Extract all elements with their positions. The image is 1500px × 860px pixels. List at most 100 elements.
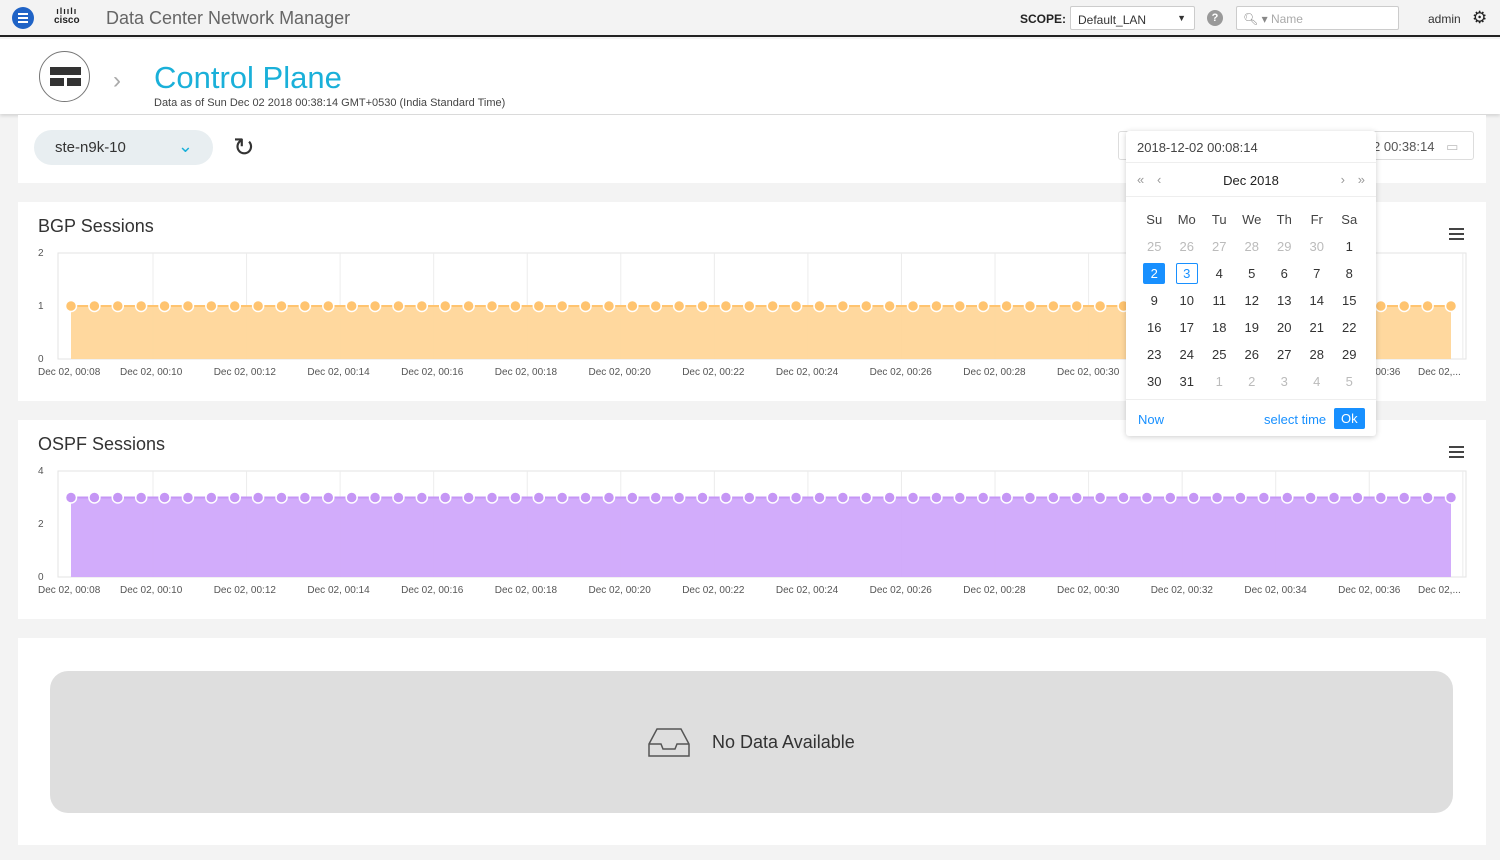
data-point [743, 299, 756, 313]
data-point [1421, 491, 1434, 504]
calendar-day[interactable]: 15 [1333, 287, 1366, 314]
calendar-day[interactable]: 1 [1203, 368, 1236, 395]
data-point [766, 299, 779, 313]
now-button[interactable]: Now [1138, 412, 1164, 427]
search-input[interactable]: 🔍︎ ▾ Name [1236, 6, 1399, 30]
user-menu[interactable]: admin [1428, 12, 1461, 26]
calendar-day[interactable]: 23 [1138, 341, 1171, 368]
data-point [88, 299, 101, 313]
calendar-day[interactable]: 20 [1268, 314, 1301, 341]
data-point [696, 299, 709, 313]
app-title: Data Center Network Manager [106, 8, 351, 28]
calendar-day[interactable]: 25 [1138, 233, 1171, 260]
calendar-day[interactable]: 4 [1203, 260, 1236, 287]
calendar-day[interactable]: 14 [1301, 287, 1334, 314]
calendar-day[interactable]: 26 [1171, 233, 1204, 260]
calendar-day[interactable]: 12 [1236, 287, 1269, 314]
calendar-day[interactable]: 4 [1301, 368, 1334, 395]
prev-month-icon[interactable]: ‹ [1157, 172, 1161, 187]
calendar-day[interactable]: 9 [1138, 287, 1171, 314]
calendar-day[interactable]: 16 [1138, 314, 1171, 341]
data-point [555, 299, 569, 313]
calendar-day[interactable]: 19 [1236, 314, 1269, 341]
date-input[interactable]: 2018-12-02 00:08:14 [1126, 131, 1376, 163]
calendar-day[interactable]: 3 [1171, 260, 1204, 287]
calendar-day[interactable]: 30 [1138, 368, 1171, 395]
data-point [1210, 491, 1224, 504]
weekday-label: Tu [1211, 212, 1227, 227]
data-point [602, 299, 616, 313]
prev-year-icon[interactable]: « [1137, 172, 1144, 187]
weekday-label: We [1242, 212, 1262, 227]
calendar-day[interactable]: 29 [1268, 233, 1301, 260]
calendar-day[interactable]: 6 [1268, 260, 1301, 287]
x-tick-label: Dec 02, 00:20 [589, 367, 652, 378]
scope-value: Default_LAN [1078, 13, 1147, 27]
next-month-icon[interactable]: › [1341, 172, 1345, 187]
calendar-day[interactable]: 24 [1171, 341, 1204, 368]
data-point [1421, 299, 1434, 313]
inbox-icon [648, 728, 690, 757]
calendar-day[interactable]: 27 [1203, 233, 1236, 260]
data-point [275, 299, 288, 313]
calendar-day[interactable]: 18 [1203, 314, 1236, 341]
data-point [813, 299, 826, 313]
data-point [368, 299, 382, 313]
data-point [930, 491, 943, 504]
x-tick-label: Dec 02, 00:18 [495, 585, 558, 596]
calendar-day[interactable]: 31 [1171, 368, 1204, 395]
calendar-day[interactable]: 25 [1203, 341, 1236, 368]
data-point [88, 491, 101, 504]
calendar-day[interactable]: 8 [1333, 260, 1366, 287]
data-point [1351, 491, 1364, 504]
scope-label: SCOPE: [1020, 12, 1067, 26]
x-tick-label: Dec 02, 00:24 [776, 585, 839, 596]
data-point [976, 491, 990, 504]
weekday-label: Su [1146, 212, 1163, 227]
calendar-day[interactable]: 10 [1171, 287, 1204, 314]
y-tick-label: 0 [38, 572, 44, 583]
month-label[interactable]: Dec 2018 [1223, 173, 1279, 188]
data-point [415, 491, 429, 504]
data-point [836, 299, 850, 313]
data-point [298, 299, 312, 313]
menu-icon[interactable] [12, 7, 34, 29]
device-select[interactable]: ste-n9k-10 ⌄ [34, 130, 213, 165]
calendar-day[interactable]: 22 [1333, 314, 1366, 341]
data-point [836, 491, 850, 504]
calendar-day[interactable]: 17 [1171, 314, 1204, 341]
scope-select[interactable]: Default_LAN ▼ [1070, 6, 1195, 30]
calendar-day[interactable]: 27 [1268, 341, 1301, 368]
select-time-button[interactable]: select time [1264, 412, 1326, 427]
data-point [228, 491, 241, 504]
calendar-day[interactable]: 11 [1203, 287, 1236, 314]
calendar-day[interactable]: 2 [1138, 260, 1171, 287]
calendar-day[interactable]: 3 [1268, 368, 1301, 395]
help-icon[interactable]: ? [1207, 10, 1223, 26]
calendar-day[interactable]: 7 [1301, 260, 1334, 287]
ok-button[interactable]: Ok [1334, 408, 1365, 429]
ospf-chart: 0 2 4 Dec 02, 00:08 Dec 02, 00:10 Dec 02, 00:… [38, 466, 1467, 596]
refresh-icon[interactable]: ↻ [233, 134, 255, 160]
calendar-day[interactable]: 5 [1236, 260, 1269, 287]
calendar-day[interactable]: 28 [1236, 233, 1269, 260]
data-point [976, 299, 990, 313]
calendar-day[interactable]: 29 [1333, 341, 1366, 368]
calendar-day[interactable]: 2 [1236, 368, 1269, 395]
calendar-day[interactable]: 30 [1301, 233, 1334, 260]
next-year-icon[interactable]: » [1358, 172, 1365, 187]
data-point [1140, 491, 1154, 504]
calendar-day[interactable]: 13 [1268, 287, 1301, 314]
calendar-day[interactable]: 21 [1301, 314, 1334, 341]
data-point [1070, 299, 1084, 313]
x-tick-label: Dec 02, 00:32 [1151, 585, 1214, 596]
dashboard-icon[interactable] [39, 51, 90, 102]
ospf-sessions-card: OSPF Sessions 0 2 4 Dec 02, 00:08 Dec 02, 00… [18, 420, 1486, 619]
calendar-day[interactable]: 28 [1301, 341, 1334, 368]
data-point [906, 299, 920, 313]
calendar-day[interactable]: 1 [1333, 233, 1366, 260]
calendar-day[interactable]: 5 [1333, 368, 1366, 395]
gear-icon[interactable]: ⚙ [1472, 8, 1487, 28]
calendar-day[interactable]: 26 [1236, 341, 1269, 368]
data-point [298, 491, 312, 504]
